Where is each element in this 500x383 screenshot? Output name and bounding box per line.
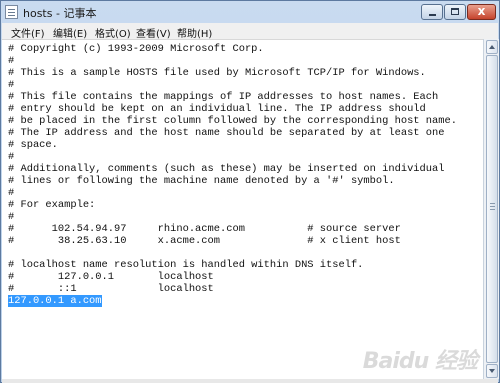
editor-line: # localhost name resolution is handled w… (8, 259, 364, 271)
scroll-up-icon[interactable] (486, 40, 498, 54)
editor-line: # Copyright (c) 1993-2009 Microsoft Corp… (8, 43, 264, 55)
editor-line: # lines or following the machine name de… (8, 175, 395, 187)
editor-line: # 38.25.63.10 x.acme.com # x client host (8, 235, 401, 247)
text-selection[interactable]: 127.0.0.1 a.com (8, 295, 102, 307)
menu-bar: 文件(F) 编辑(E) 格式(O) 查看(V) 帮助(H) (2, 23, 498, 40)
editor-line: # For example: (8, 199, 96, 211)
editor-line: # (8, 187, 15, 199)
editor-line: # (8, 151, 15, 163)
editor-line: # (8, 79, 15, 91)
notepad-window: hosts - 记事本 文件(F) 编辑(E) 格式(O) 查看(V) 帮助(H… (0, 0, 500, 383)
window-title: hosts - 记事本 (23, 7, 97, 20)
menu-format[interactable]: 格式(O) (95, 25, 131, 40)
maximize-button[interactable] (444, 4, 466, 20)
vertical-scrollbar[interactable] (483, 39, 499, 379)
selected-line[interactable]: 127.0.0.1 a.com (8, 295, 102, 307)
menu-view[interactable]: 查看(V) (136, 25, 171, 40)
editor-line: # ::1 localhost (8, 283, 214, 295)
editor-line: # be placed in the first column followed… (8, 115, 457, 127)
editor-line: # 102.54.94.97 rhino.acme.com # source s… (8, 223, 401, 235)
editor-line: # (8, 211, 15, 223)
scrollbar-thumb[interactable] (486, 55, 498, 363)
editor-line: # The IP address and the host name shoul… (8, 127, 445, 139)
window-bottom-edge (2, 379, 498, 383)
editor-line: # This file contains the mappings of IP … (8, 91, 439, 103)
scroll-down-icon[interactable] (486, 364, 498, 378)
menu-help[interactable]: 帮助(H) (177, 25, 212, 40)
baidu-watermark: Baidu 经验 (362, 349, 478, 374)
close-button[interactable] (467, 4, 496, 20)
menu-edit[interactable]: 编辑(E) (53, 25, 87, 40)
title-bar[interactable]: hosts - 记事本 (1, 1, 499, 23)
editor-line: # 127.0.0.1 localhost (8, 271, 214, 283)
grip-icon (490, 206, 495, 207)
grip-icon (490, 203, 495, 204)
text-editor[interactable]: # Copyright (c) 1993-2009 Microsoft Corp… (2, 39, 483, 380)
editor-line: # (8, 55, 15, 67)
notepad-icon[interactable] (5, 5, 18, 19)
editor-line: # Additionally, comments (such as these)… (8, 163, 445, 175)
editor-line: # This is a sample HOSTS file used by Mi… (8, 67, 426, 79)
grip-icon (490, 209, 495, 210)
editor-line: # entry should be kept on an individual … (8, 103, 426, 115)
minimize-button[interactable] (421, 4, 443, 20)
editor-line: # space. (8, 139, 58, 151)
menu-file[interactable]: 文件(F) (11, 25, 45, 40)
